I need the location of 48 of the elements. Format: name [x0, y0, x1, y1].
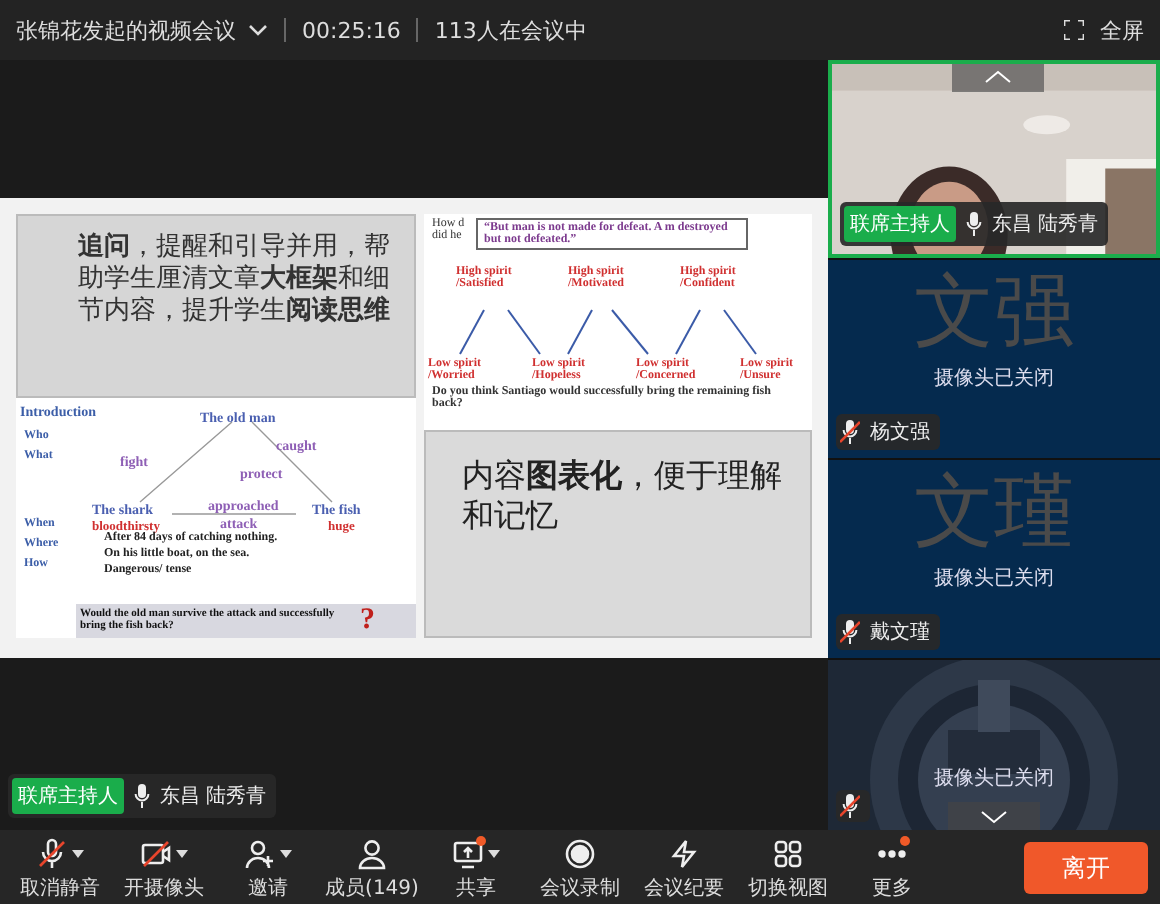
- participant-count: 113人在会议中: [434, 15, 587, 45]
- microphone-icon: [134, 784, 150, 808]
- caret-icon[interactable]: [488, 850, 500, 858]
- meeting-title[interactable]: 张锦花发起的视频会议: [16, 15, 236, 45]
- participant-name: 东昌 陆秀青: [160, 783, 267, 810]
- camera-off-icon: [140, 838, 172, 870]
- participant-tile[interactable]: 联席主持人 东昌 陆秀青: [828, 60, 1160, 258]
- caret-icon[interactable]: [280, 850, 292, 858]
- participant-name: 杨文强: [870, 419, 930, 446]
- cohost-badge: 联席主持人: [844, 206, 956, 242]
- fullscreen-label[interactable]: 全屏: [1100, 15, 1144, 45]
- toolbar-button[interactable]: 更多: [840, 834, 944, 902]
- caret-icon[interactable]: [176, 850, 188, 858]
- toolbar-button[interactable]: 取消静音: [8, 834, 112, 902]
- lightning-icon: [668, 838, 700, 870]
- toolbar-button[interactable]: 开摄像头: [112, 834, 216, 902]
- person-icon: [356, 838, 388, 870]
- participant-name: 戴文瑾: [870, 619, 930, 646]
- toolbar-button[interactable]: 共享: [424, 834, 528, 902]
- participant-tile[interactable]: 摄像头已关闭: [828, 660, 1160, 830]
- toolbar-button[interactable]: 会议录制: [528, 834, 632, 902]
- question-mark: ?: [360, 603, 375, 637]
- slide-text: 追问，提醒和引导并用，帮助学生厘清文章大框架和细节内容，提升学生阅读思维: [78, 231, 392, 329]
- caret-icon[interactable]: [72, 850, 84, 858]
- record-icon: [564, 838, 596, 870]
- toolbar-button[interactable]: 成员(149): [320, 834, 424, 902]
- camera-off-text: 摄像头已关闭: [932, 765, 1056, 792]
- toolbar-button[interactable]: 会议纪要: [632, 834, 736, 902]
- avatar-text: 文瑾: [912, 468, 1076, 556]
- participant-tile[interactable]: 文瑾 摄像头已关闭 戴文瑾: [828, 460, 1160, 658]
- scroll-up-button[interactable]: [952, 64, 1044, 92]
- toolbar-button[interactable]: 邀请: [216, 834, 320, 902]
- participant-name: 东昌 陆秀青: [992, 211, 1099, 238]
- mic-off-icon: [36, 838, 68, 870]
- meeting-timer: 00:25:16: [302, 17, 401, 43]
- grid-icon: [772, 838, 804, 870]
- toolbar-button[interactable]: 切换视图: [736, 834, 840, 902]
- participant-tile[interactable]: 文强 摄像头已关闭 杨文强: [828, 260, 1160, 458]
- cohost-badge: 联席主持人: [12, 778, 124, 814]
- chevron-down-icon[interactable]: [248, 24, 268, 36]
- add-person-icon: [244, 838, 276, 870]
- camera-off-text: 摄像头已关闭: [932, 565, 1056, 592]
- screen-share-icon: [452, 838, 484, 870]
- slide-text: 内容图表化，便于理解和记忆: [462, 455, 784, 539]
- camera-off-text: 摄像头已关闭: [932, 365, 1056, 392]
- avatar-text: 文强: [912, 268, 1076, 356]
- fullscreen-icon[interactable]: [1064, 20, 1084, 40]
- scroll-down-button[interactable]: [948, 802, 1040, 830]
